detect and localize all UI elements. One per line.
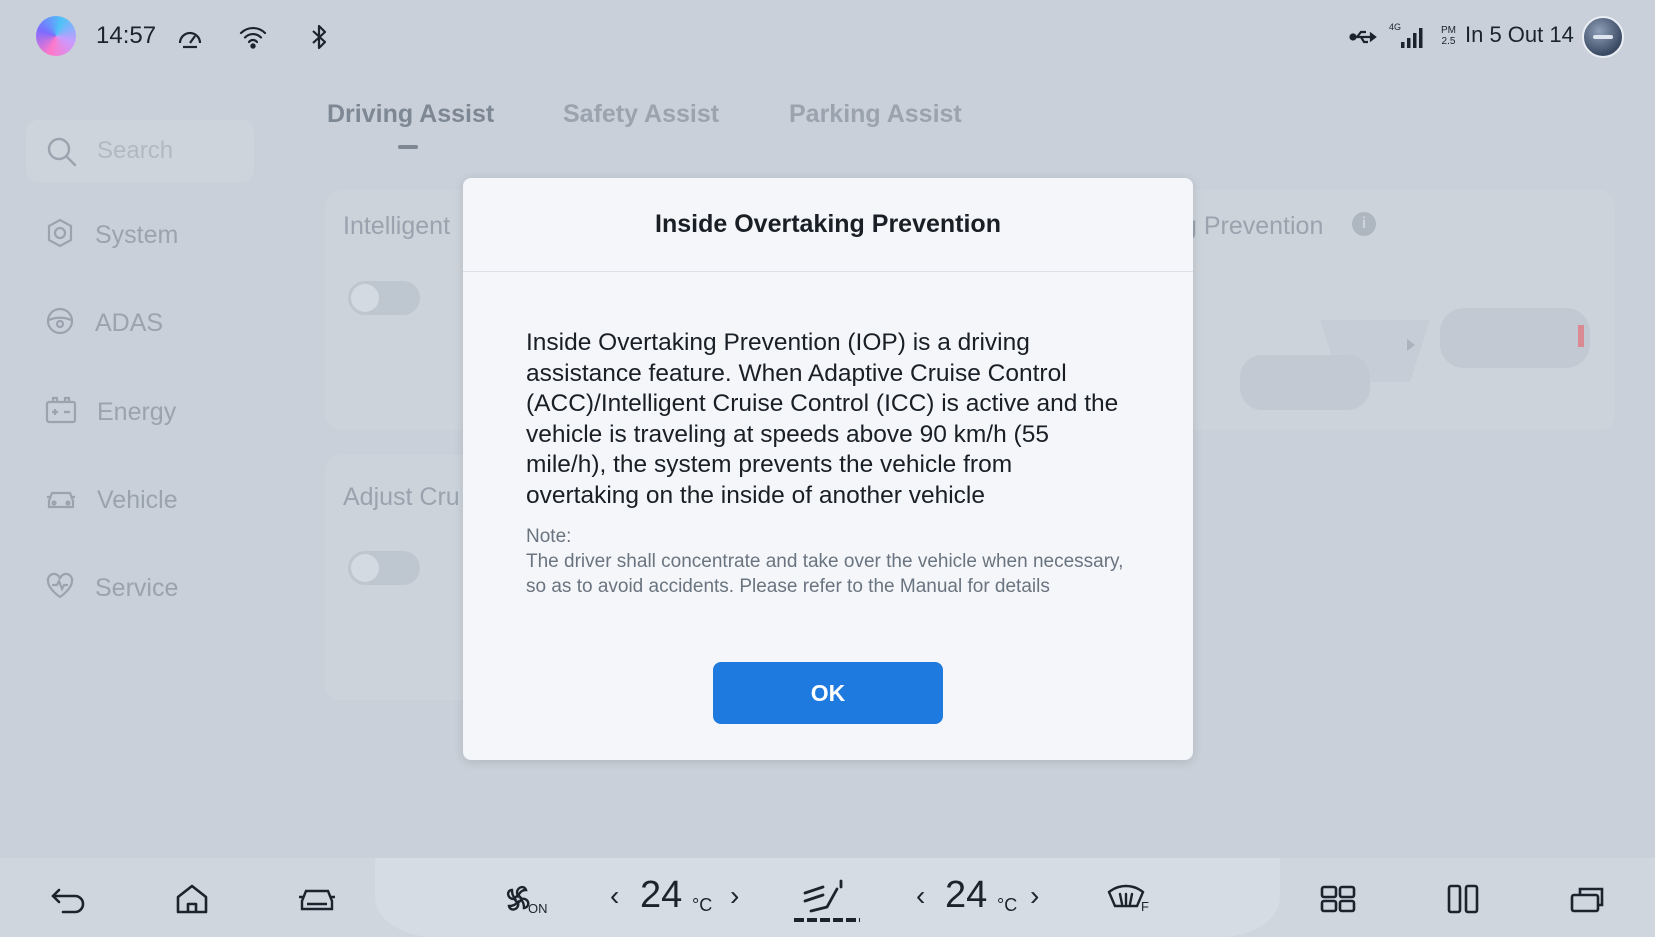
tab-parking-assist[interactable]: Parking Assist (789, 100, 962, 129)
active-tab-indicator (398, 145, 418, 149)
search-icon (46, 136, 78, 173)
sidebar-item-label: System (95, 220, 179, 249)
sidebar-item-adas[interactable]: ADAS (45, 303, 285, 343)
card-title: g Prevention (1183, 212, 1324, 240)
info-icon[interactable]: i (1352, 212, 1376, 236)
speedometer-icon (173, 20, 207, 54)
dialog-body-text: Inside Overtaking Prevention (IOP) is a … (526, 329, 1119, 509)
left-temp-down-button[interactable]: ‹ (610, 880, 619, 912)
avatar[interactable] (1582, 16, 1624, 58)
sidebar-item-service[interactable]: Service (45, 568, 285, 608)
multi-window-icon[interactable] (1562, 873, 1614, 925)
dialog-divider (463, 271, 1193, 272)
vehicle-icon[interactable] (291, 873, 343, 925)
ok-button[interactable]: OK (713, 662, 943, 724)
adjust-cruise-toggle[interactable] (348, 551, 420, 585)
steering-wheel-icon (45, 306, 75, 341)
defrost-label: F (1141, 899, 1149, 914)
right-temperature: 24 (945, 874, 988, 916)
status-bar: 14:57 4G PM 2.5 In 5 Out 14 (0, 0, 1655, 75)
fan-icon[interactable] (492, 873, 544, 925)
tab-safety-assist[interactable]: Safety Assist (563, 100, 719, 129)
intelligent-toggle[interactable] (348, 281, 420, 315)
fan-status: ON (528, 901, 548, 916)
wifi-icon (236, 20, 270, 54)
left-temperature: 24 (640, 874, 683, 916)
sidebar-item-label: Service (95, 573, 179, 602)
sidebar-item-system[interactable]: System (45, 215, 285, 255)
sidebar-item-label: ADAS (95, 308, 164, 337)
back-icon[interactable] (42, 873, 94, 925)
battery-icon (45, 395, 77, 430)
car-icon (45, 483, 77, 518)
right-temp-unit: °C (997, 895, 1018, 915)
heart-pulse-icon (45, 571, 75, 606)
card-title: Adjust Cru (343, 483, 460, 511)
gear-icon (45, 218, 75, 253)
signal-strength-icon (1395, 20, 1429, 54)
home-icon[interactable] (166, 873, 218, 925)
search-placeholder: Search (97, 137, 174, 164)
usb-icon (1347, 20, 1381, 54)
right-temp-up-button[interactable]: › (1030, 880, 1039, 912)
pm-label: PM (1441, 25, 1456, 36)
bluetooth-icon (302, 20, 336, 54)
sidebar-item-label: Vehicle (97, 485, 178, 514)
tab-driving-assist[interactable]: Driving Assist (327, 100, 494, 129)
apps-grid-icon[interactable] (1312, 873, 1364, 925)
left-temp-unit: °C (692, 895, 713, 915)
sidebar-item-vehicle[interactable]: Vehicle (45, 480, 285, 520)
clock: 14:57 (96, 22, 157, 49)
card-title: Intelligent (343, 212, 451, 240)
system-logo-icon[interactable] (36, 16, 76, 56)
note-label: Note: (526, 526, 572, 547)
split-screen-icon[interactable] (1437, 873, 1489, 925)
air-quality-indicator: PM 2.5 (1441, 25, 1456, 47)
pm-value: 2.5 (1441, 36, 1456, 47)
iop-info-dialog: Inside Overtaking Prevention Inside Over… (463, 178, 1193, 760)
note-text: The driver shall concentrate and take ov… (526, 551, 1124, 597)
dialog-title: Inside Overtaking Prevention (655, 210, 1001, 238)
traffic-counter: In 5 Out 14 (1465, 22, 1574, 47)
right-temp-down-button[interactable]: ‹ (916, 880, 925, 912)
seat-heat-level (794, 918, 860, 922)
left-temp-up-button[interactable]: › (730, 880, 739, 912)
overtaking-illustration (1230, 300, 1600, 425)
sidebar-item-label: Energy (97, 397, 177, 426)
sidebar-item-energy[interactable]: Energy (45, 392, 285, 432)
